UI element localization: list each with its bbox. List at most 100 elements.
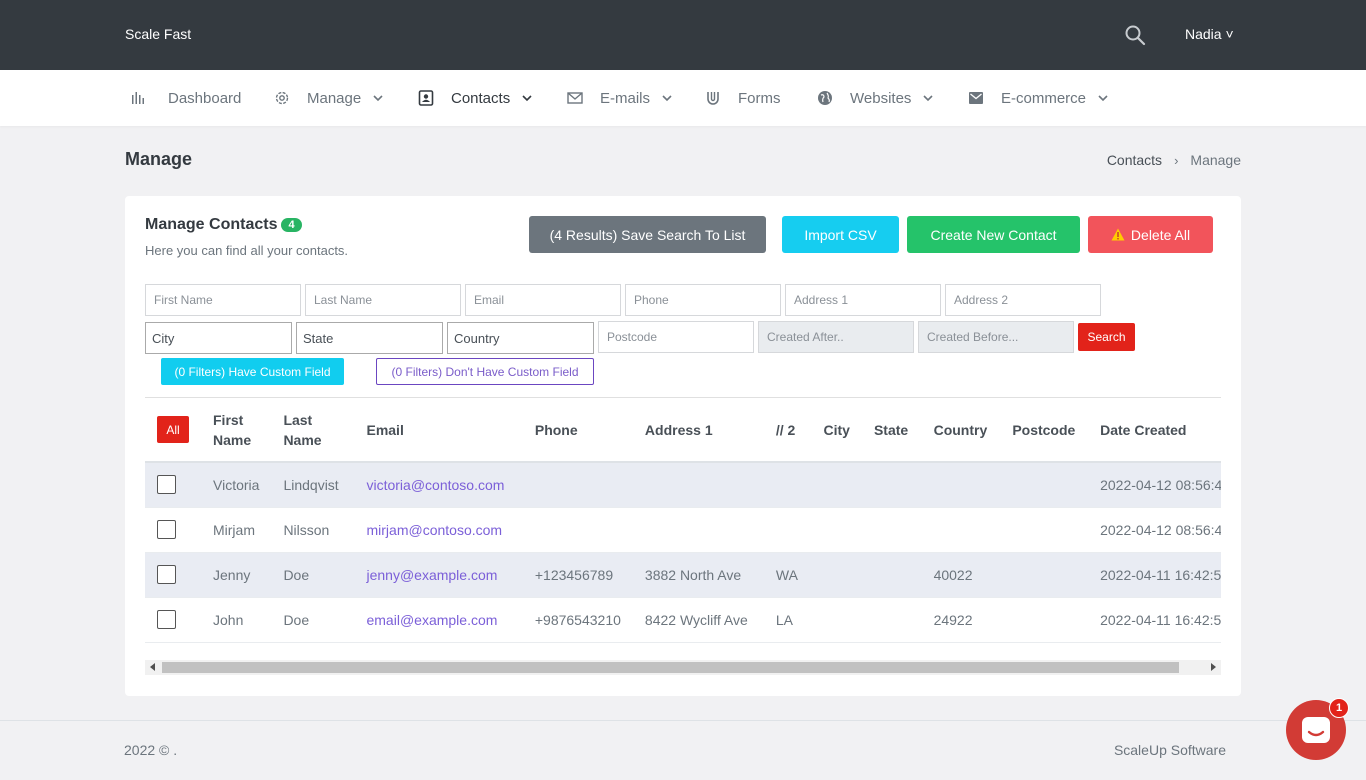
first-name-cell: Victoria bbox=[201, 462, 272, 508]
email-link[interactable]: jenny@example.com bbox=[366, 567, 497, 583]
first-name-filter[interactable]: First Name bbox=[145, 284, 301, 316]
footer-company: ScaleUp Software bbox=[1113, 742, 1226, 758]
envelope-icon bbox=[969, 92, 983, 104]
column-header-email[interactable]: Email bbox=[354, 398, 523, 463]
nav-forms[interactable]: Forms bbox=[704, 70, 781, 126]
chevron-down-icon bbox=[373, 95, 383, 102]
address2-cell bbox=[763, 462, 812, 508]
search-icon[interactable] bbox=[1124, 24, 1146, 46]
top-bar: Scale Fast Nadia ˅ bbox=[0, 0, 1366, 70]
table-header-row: All First Name Last Name Email Phone Add… bbox=[145, 398, 1221, 463]
contacts-table: All First Name Last Name Email Phone Add… bbox=[145, 398, 1221, 643]
column-header-address2[interactable]: // 2 bbox=[763, 398, 812, 463]
column-header-postcode[interactable]: Postcode bbox=[1000, 398, 1089, 463]
phone-cell: +123456789 bbox=[522, 552, 633, 598]
mail-icon bbox=[567, 92, 583, 104]
last-name-cell: Nilsson bbox=[271, 507, 355, 553]
card-title-text: Manage Contacts bbox=[145, 216, 278, 233]
dont-have-custom-field-button[interactable]: (0 Filters) Don't Have Custom Field bbox=[376, 358, 594, 385]
delete-all-button[interactable]: Delete All bbox=[1088, 216, 1213, 253]
card-subtitle: Here you can find all your contacts. bbox=[145, 243, 349, 258]
city-cell bbox=[811, 462, 862, 508]
table-row[interactable]: Victoria Lindqvist victoria@contoso.com … bbox=[145, 462, 1221, 508]
bar-chart-icon bbox=[132, 92, 144, 104]
nav-websites[interactable]: Websites bbox=[816, 70, 933, 126]
column-header-first-name[interactable]: First Name bbox=[201, 398, 272, 463]
nav-contacts[interactable]: Contacts bbox=[417, 70, 532, 126]
email-link[interactable]: victoria@contoso.com bbox=[366, 477, 504, 493]
horizontal-scrollbar[interactable] bbox=[145, 660, 1221, 675]
nav-emails[interactable]: E-mails bbox=[566, 70, 672, 126]
nav-manage[interactable]: Manage bbox=[273, 70, 383, 126]
last-name-cell: Doe bbox=[271, 597, 355, 643]
chevron-down-icon bbox=[662, 95, 672, 102]
state-select[interactable]: State bbox=[296, 322, 443, 354]
chat-notification-badge: 1 bbox=[1329, 698, 1349, 718]
row-checkbox[interactable] bbox=[157, 610, 176, 629]
brand-name[interactable]: Scale Fast bbox=[125, 26, 191, 42]
phone-cell bbox=[522, 462, 633, 508]
create-contact-button[interactable]: Create New Contact bbox=[907, 216, 1080, 253]
footer-copyright: 2022 © . bbox=[124, 742, 178, 758]
select-all-button[interactable]: All bbox=[157, 416, 189, 443]
scroll-left-icon[interactable] bbox=[150, 663, 155, 671]
user-menu[interactable]: Nadia ˅ bbox=[1185, 26, 1234, 42]
phone-filter[interactable]: Phone bbox=[625, 284, 781, 316]
nav-forms-label: Forms bbox=[738, 89, 781, 107]
have-custom-field-button[interactable]: (0 Filters) Have Custom Field bbox=[161, 358, 344, 385]
column-header-phone[interactable]: Phone bbox=[522, 398, 633, 463]
table-row[interactable]: Mirjam Nilsson mirjam@contoso.com 2022-0… bbox=[145, 507, 1221, 553]
country-cell bbox=[921, 507, 1001, 553]
address2-filter[interactable]: Address 2 bbox=[945, 284, 1101, 316]
search-button[interactable]: Search bbox=[1078, 323, 1135, 351]
address1-filter[interactable]: Address 1 bbox=[785, 284, 941, 316]
column-header-state[interactable]: State bbox=[861, 398, 922, 463]
scroll-right-icon[interactable] bbox=[1211, 663, 1216, 671]
created-after-filter[interactable]: Created After.. bbox=[758, 321, 914, 353]
state-cell bbox=[861, 462, 922, 508]
date-created-cell: 2022-04-12 08:56:4 bbox=[1088, 507, 1221, 553]
magnet-icon bbox=[707, 92, 719, 105]
table-row[interactable]: John Doe email@example.com +9876543210 8… bbox=[145, 597, 1221, 643]
city-select[interactable]: City bbox=[145, 322, 292, 354]
email-link[interactable]: email@example.com bbox=[366, 612, 497, 628]
nav-ecommerce[interactable]: E-commerce bbox=[967, 70, 1108, 126]
country-cell bbox=[921, 462, 1001, 508]
nav-emails-label: E-mails bbox=[600, 89, 651, 107]
import-csv-button[interactable]: Import CSV bbox=[782, 216, 899, 253]
country-cell: 40022 bbox=[921, 552, 1001, 598]
last-name-cell: Doe bbox=[271, 552, 355, 598]
column-header-city[interactable]: City bbox=[811, 398, 862, 463]
row-checkbox[interactable] bbox=[157, 475, 176, 495]
address2-cell: WA bbox=[763, 552, 812, 598]
breadcrumb-contacts[interactable]: Contacts bbox=[1107, 152, 1162, 168]
nav-dashboard-label: Dashboard bbox=[168, 89, 242, 107]
save-search-button[interactable]: (4 Results) Save Search To List bbox=[529, 216, 766, 253]
postcode-cell bbox=[1000, 462, 1089, 508]
nav-manage-label: Manage bbox=[307, 89, 362, 107]
warning-icon bbox=[1111, 228, 1125, 241]
delete-all-label: Delete All bbox=[1130, 226, 1191, 243]
created-before-filter[interactable]: Created Before... bbox=[918, 321, 1074, 353]
first-name-cell: Mirjam bbox=[201, 507, 272, 553]
chevron-down-icon bbox=[923, 95, 933, 102]
address2-cell bbox=[763, 507, 812, 553]
email-link[interactable]: mirjam@contoso.com bbox=[366, 522, 502, 538]
table-row[interactable]: Jenny Doe jenny@example.com +123456789 3… bbox=[145, 552, 1221, 598]
column-header-date-created[interactable]: Date Created bbox=[1088, 398, 1221, 463]
postcode-filter[interactable]: Postcode bbox=[598, 321, 754, 353]
nav-dashboard[interactable]: Dashboard bbox=[130, 70, 241, 126]
column-header-address1[interactable]: Address 1 bbox=[632, 398, 764, 463]
city-cell bbox=[811, 552, 862, 598]
contact-icon bbox=[418, 90, 434, 106]
country-select[interactable]: Country bbox=[447, 322, 594, 354]
email-filter[interactable]: Email bbox=[465, 284, 621, 316]
state-cell bbox=[861, 507, 922, 553]
column-header-country[interactable]: Country bbox=[921, 398, 1001, 463]
last-name-filter[interactable]: Last Name bbox=[305, 284, 461, 316]
row-checkbox[interactable] bbox=[157, 520, 176, 539]
main-nav: Dashboard Manage Contacts E-mails Forms bbox=[0, 70, 1366, 126]
row-checkbox[interactable] bbox=[157, 565, 176, 584]
column-header-last-name[interactable]: Last Name bbox=[271, 398, 355, 463]
scrollbar-thumb[interactable] bbox=[162, 662, 1179, 673]
